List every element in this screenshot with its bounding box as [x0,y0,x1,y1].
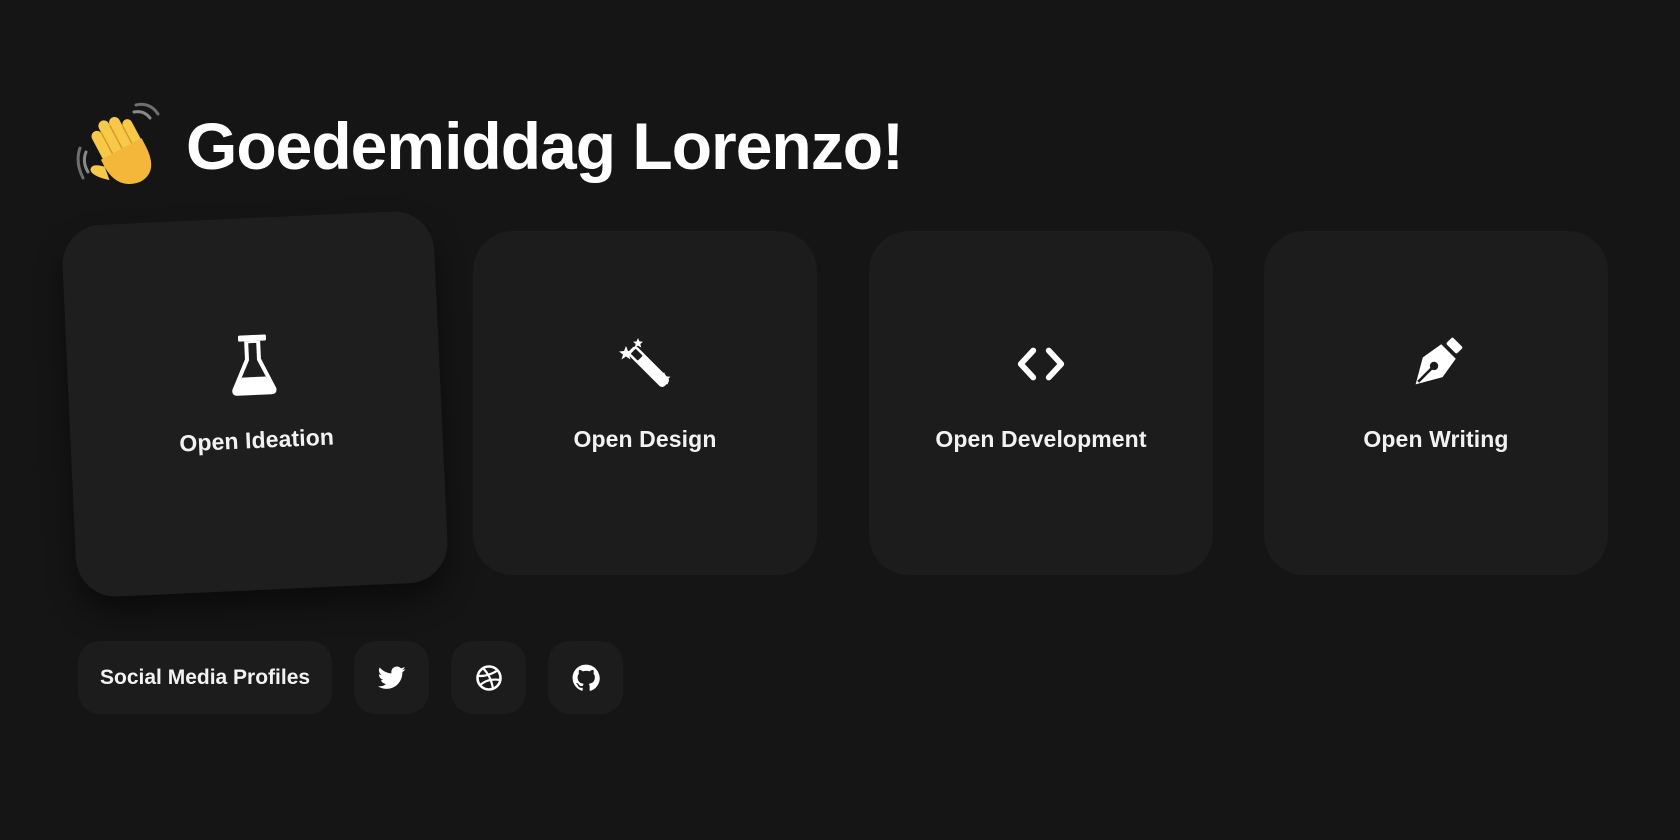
twitter-icon [377,665,406,689]
waving-hand-icon [76,102,160,184]
social-media-label: Social Media Profiles [78,641,333,714]
card-label: Open Writing [1363,425,1509,452]
card-label: Open Development [935,425,1147,452]
magic-wand-icon [618,332,672,396]
github-icon [572,664,600,691]
open-design-card[interactable]: Open Design [473,231,817,575]
card-label: Open Design [573,425,717,452]
social-links: Social Media Profiles [78,641,624,714]
open-writing-card[interactable]: Open Writing [1264,231,1608,575]
card-label: Open Ideation [178,422,335,456]
twitter-link[interactable] [354,641,430,714]
code-icon [1014,332,1068,396]
dribbble-icon [475,664,502,691]
github-link[interactable] [548,641,624,714]
greeting-header: Goedemiddag Lorenzo! [76,98,904,194]
open-development-card[interactable]: Open Development [869,231,1213,575]
page-title: Goedemiddag Lorenzo! [186,109,904,183]
dashboard-page: Goedemiddag Lorenzo! Open Ideation Open … [0,0,1680,840]
open-ideation-card[interactable]: Open Ideation [60,209,450,599]
pen-nib-icon [1409,332,1463,396]
dribbble-link[interactable] [451,641,527,714]
flask-icon [225,331,282,397]
